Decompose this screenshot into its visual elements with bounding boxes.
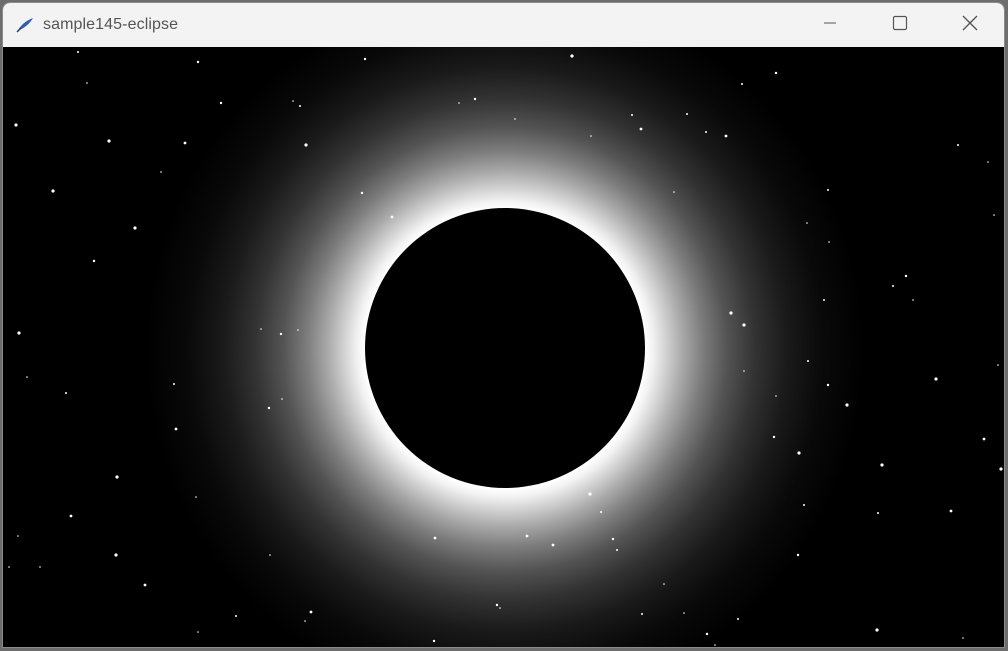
eclipse-canvas[interactable]	[3, 47, 1004, 647]
title-bar[interactable]: sample145-eclipse	[3, 3, 1004, 47]
close-icon	[961, 14, 979, 37]
minimize-button[interactable]	[807, 3, 853, 47]
app-window: sample145-eclipse	[2, 2, 1005, 648]
starfield	[8, 51, 1003, 646]
feather-icon	[15, 15, 35, 35]
maximize-icon	[892, 15, 908, 36]
window-title: sample145-eclipse	[43, 16, 179, 33]
maximize-button[interactable]	[877, 3, 923, 47]
close-button[interactable]	[947, 3, 993, 47]
minimize-icon	[822, 15, 838, 36]
